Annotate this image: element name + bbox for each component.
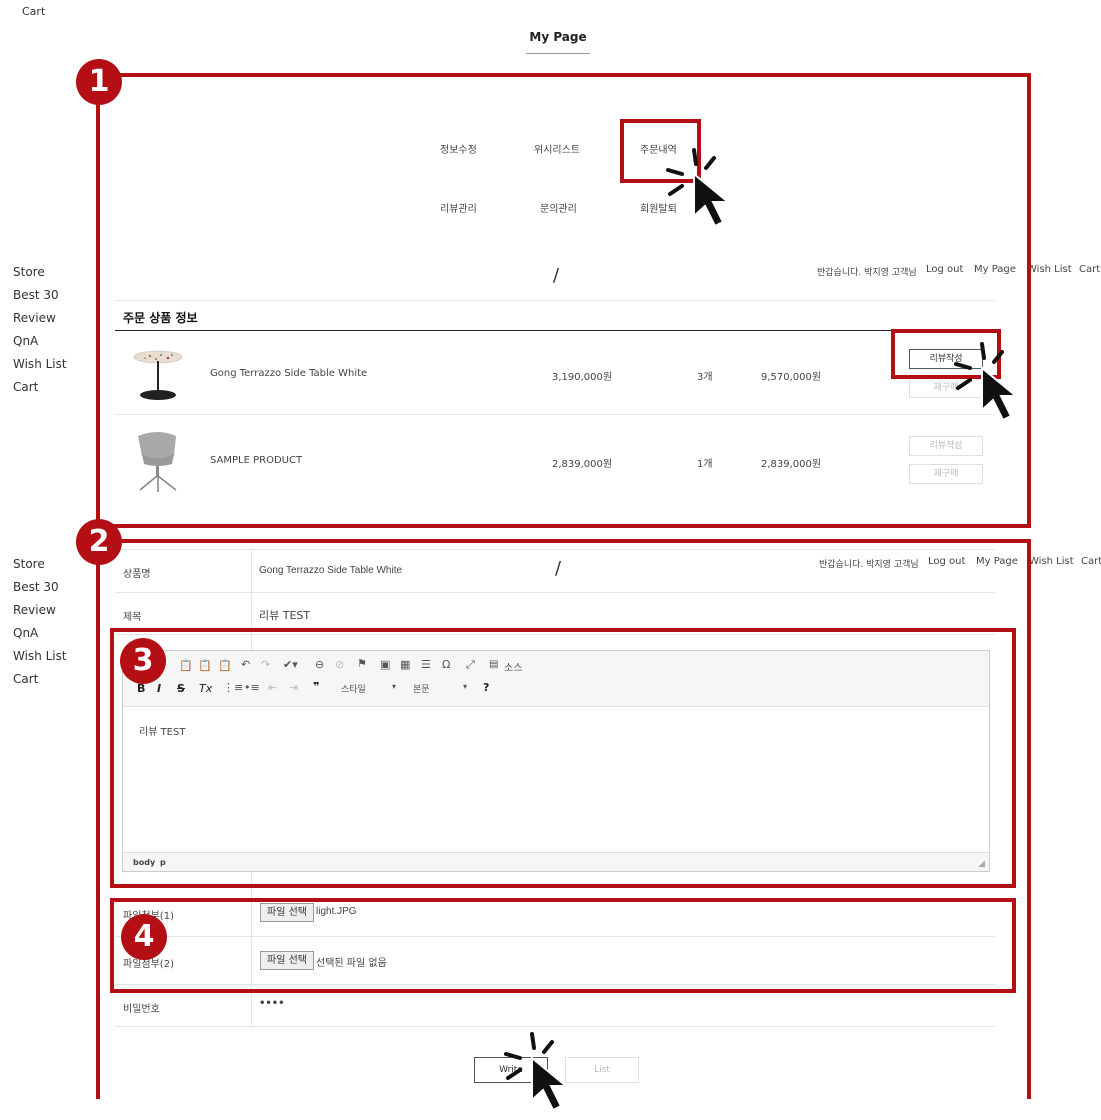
annotation-badge-1: 1 (76, 59, 122, 105)
annotation-badge-2: 2 (76, 519, 122, 565)
sidebar-1: Store Best 30 Review QnA Wish List Cart (13, 261, 67, 399)
cart-link[interactable]: Cart (1079, 264, 1100, 275)
sidebar-item-best30[interactable]: Best 30 (13, 576, 67, 599)
sidebar-item-wishlist[interactable]: Wish List (13, 645, 67, 668)
cart-link[interactable]: Cart (1081, 556, 1101, 567)
wishlist-link[interactable]: Wish List (1027, 264, 1072, 275)
sidebar-item-review[interactable]: Review (13, 307, 67, 330)
sidebar-item-wishlist[interactable]: Wish List (13, 353, 67, 376)
click-cursor-icon (666, 148, 731, 228)
click-cursor-icon (954, 342, 1019, 422)
title-underline (526, 53, 590, 54)
top-cart-link[interactable]: Cart (22, 5, 45, 18)
sidebar-item-qna[interactable]: QnA (13, 330, 67, 353)
annotation-box-4 (110, 898, 1016, 993)
sidebar-item-cart[interactable]: Cart (13, 376, 67, 399)
sidebar-2: Store Best 30 Review QnA Wish List Cart (13, 553, 67, 691)
click-cursor-icon (504, 1032, 569, 1112)
annotation-box-3 (110, 628, 1016, 888)
annotation-badge-4: 4 (121, 914, 167, 960)
sidebar-item-cart[interactable]: Cart (13, 668, 67, 691)
page-title: My Page (529, 30, 587, 44)
sidebar-item-store[interactable]: Store (13, 261, 67, 284)
sidebar-item-review[interactable]: Review (13, 599, 67, 622)
sidebar-item-qna[interactable]: QnA (13, 622, 67, 645)
wishlist-link[interactable]: Wish List (1029, 556, 1074, 567)
annotation-box-1 (96, 73, 1031, 528)
annotation-badge-3: 3 (120, 638, 166, 684)
sidebar-item-best30[interactable]: Best 30 (13, 284, 67, 307)
sidebar-item-store[interactable]: Store (13, 553, 67, 576)
